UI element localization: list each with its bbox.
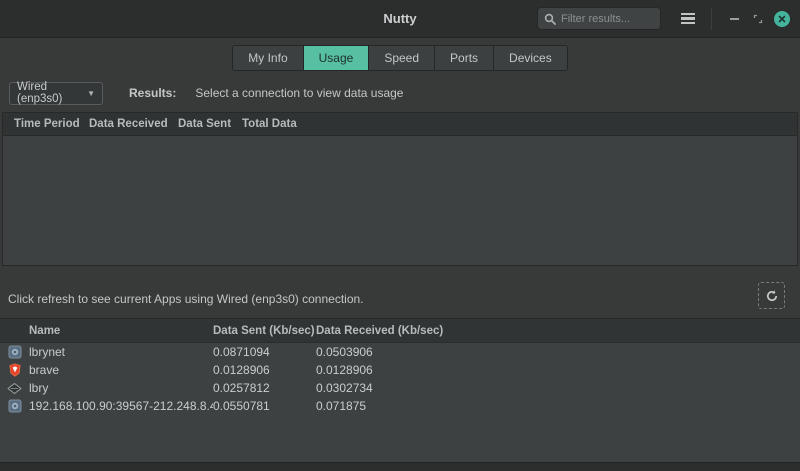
search-input[interactable] — [561, 13, 654, 25]
filter-search-field[interactable] — [537, 7, 661, 30]
table-row[interactable]: lbrynet 0.0871094 0.0503906 — [0, 343, 800, 361]
app-name: lbry — [29, 381, 213, 395]
col-sent-kbsec[interactable]: Data Sent (Kb/sec) — [213, 325, 316, 337]
app-sent: 0.0257812 — [213, 381, 316, 395]
app-sent: 0.0871094 — [213, 345, 316, 359]
tab-ports[interactable]: Ports — [435, 46, 494, 70]
col-total-data[interactable]: Total Data — [242, 118, 797, 130]
connection-dropdown[interactable]: Wired (enp3s0) ▼ — [9, 82, 103, 105]
brave-shield-icon — [8, 363, 22, 377]
maximize-button[interactable] — [746, 7, 770, 31]
lbry-eye-icon — [7, 382, 22, 395]
col-data-sent[interactable]: Data Sent — [178, 118, 242, 130]
mode-switcher-row: My Info Usage Speed Ports Devices — [0, 38, 800, 71]
window-bottom-strip — [0, 462, 800, 471]
apps-table-body: lbrynet 0.0871094 0.0503906 brave 0.0128… — [0, 343, 800, 462]
col-data-received[interactable]: Data Received — [89, 118, 178, 130]
minimize-icon — [730, 18, 739, 20]
table-row[interactable]: 192.168.100.90:39567-212.248.8.4:62588 0… — [0, 397, 800, 415]
refresh-icon — [765, 289, 779, 303]
tab-my-info[interactable]: My Info — [233, 46, 303, 70]
app-generic-icon — [8, 399, 22, 413]
app-generic-icon — [8, 345, 22, 359]
apps-table-header: Name Data Sent (Kb/sec) Data Received (K… — [0, 319, 800, 343]
apps-table: Name Data Sent (Kb/sec) Data Received (K… — [0, 318, 800, 462]
app-name: brave — [29, 363, 213, 377]
app-received: 0.0503906 — [316, 345, 800, 359]
chevron-down-icon: ▼ — [87, 89, 95, 98]
col-recv-kbsec[interactable]: Data Received (Kb/sec) — [316, 325, 800, 337]
titlebar: Nutty — [0, 0, 800, 38]
app-name: lbrynet — [29, 345, 213, 359]
tab-usage[interactable]: Usage — [304, 46, 370, 70]
connection-row: Wired (enp3s0) ▼ Results: Select a conne… — [0, 71, 800, 106]
results-status-text: Select a connection to view data usage — [195, 86, 403, 100]
mode-switcher: My Info Usage Speed Ports Devices — [232, 45, 567, 71]
table-row[interactable]: brave 0.0128906 0.0128906 — [0, 361, 800, 379]
hamburger-icon — [681, 13, 695, 16]
apps-table-empty-space — [0, 415, 800, 462]
app-received: 0.0302734 — [316, 381, 800, 395]
app-sent: 0.0128906 — [213, 363, 316, 377]
search-icon — [544, 13, 556, 25]
usage-table: Time Period Data Received Data Sent Tota… — [2, 112, 798, 266]
minimize-button[interactable] — [722, 7, 746, 31]
refresh-hint-text: Click refresh to see current Apps using … — [8, 292, 364, 306]
table-row[interactable]: lbry 0.0257812 0.0302734 — [0, 379, 800, 397]
tab-speed[interactable]: Speed — [369, 46, 435, 70]
tab-devices[interactable]: Devices — [494, 46, 567, 70]
results-label: Results: — [129, 86, 176, 100]
app-received: 0.0128906 — [316, 363, 800, 377]
app-menu-button[interactable] — [675, 6, 701, 32]
usage-table-body-empty — [3, 136, 797, 265]
close-button[interactable] — [770, 7, 794, 31]
app-received: 0.071875 — [316, 399, 800, 413]
refresh-button[interactable] — [758, 282, 785, 309]
connection-dropdown-value: Wired (enp3s0) — [17, 81, 87, 105]
nutty-window: Nutty — [0, 0, 800, 471]
app-sent: 0.0550781 — [213, 399, 316, 413]
apps-hint-section: Click refresh to see current Apps using … — [0, 266, 800, 318]
close-icon — [774, 11, 790, 27]
col-time-period[interactable]: Time Period — [3, 118, 89, 130]
titlebar-separator — [711, 8, 712, 30]
maximize-icon — [753, 14, 763, 24]
app-name: 192.168.100.90:39567-212.248.8.4:62588 — [29, 399, 213, 413]
usage-table-header: Time Period Data Received Data Sent Tota… — [3, 113, 797, 136]
col-name[interactable]: Name — [29, 325, 213, 337]
